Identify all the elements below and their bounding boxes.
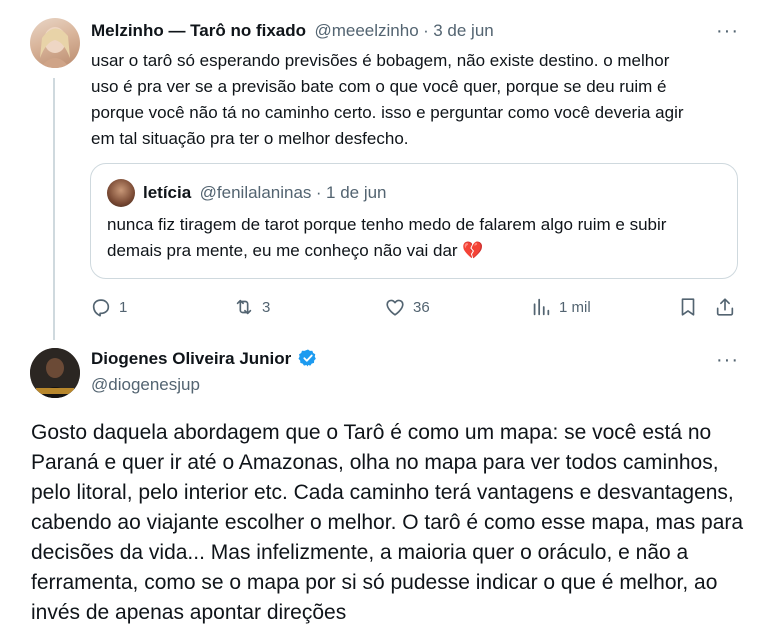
author-name[interactable]: Diogenes Oliveira Junior <box>91 349 291 368</box>
author-handle[interactable]: @meeelzinho <box>314 21 418 40</box>
author-handle[interactable]: @diogenesjup <box>91 375 200 395</box>
author-name[interactable]: Melzinho — Tarô no fixado <box>91 21 306 40</box>
quote-avatar <box>107 179 135 207</box>
repost-count: 3 <box>262 298 271 316</box>
verified-badge-icon[interactable] <box>298 348 318 368</box>
tweet-text: Gosto daquela abordagem que o Tarô é com… <box>31 421 744 624</box>
share-button[interactable] <box>714 296 736 318</box>
avatar-image <box>30 348 80 398</box>
views-count: 1 mil <box>559 298 591 316</box>
tweet-date[interactable]: 3 de jun <box>433 21 494 40</box>
quote-separator-dot: · <box>315 183 322 202</box>
views-button[interactable]: 1 mil <box>530 296 591 318</box>
like-button[interactable]: 36 <box>384 296 430 318</box>
thread-line <box>53 78 55 340</box>
heart-icon <box>386 299 404 316</box>
reply-icon <box>92 299 110 317</box>
share-icon <box>716 298 734 316</box>
repost-icon <box>236 299 252 315</box>
bookmark-button[interactable] <box>677 296 699 318</box>
avatar-image <box>40 27 70 68</box>
separator-dot: · <box>423 21 429 40</box>
quote-author-name: letícia <box>143 183 192 202</box>
avatar[interactable] <box>30 18 80 68</box>
more-options-button[interactable]: ··· <box>716 349 739 372</box>
more-options-button[interactable]: ··· <box>716 20 739 43</box>
bookmark-icon <box>681 298 695 316</box>
reply-button[interactable]: 1 <box>90 296 127 318</box>
like-count: 36 <box>413 298 430 316</box>
avatar[interactable] <box>30 348 80 398</box>
tweet-header: Melzinho — Tarô no fixado @meeelzinho · … <box>91 21 494 41</box>
tweet-text: usar o tarô só esperando previsões é bob… <box>91 51 684 148</box>
quote-text: nunca fiz tiragem de tarot porque tenho … <box>107 215 667 260</box>
reply-count: 1 <box>119 298 128 316</box>
quote-date: 1 de jun <box>326 183 387 202</box>
quote-author-handle: @fenilalaninas <box>199 183 312 202</box>
quoted-tweet[interactable]: letícia @fenilalaninas · 1 de jun nunca … <box>90 163 738 279</box>
quote-header: letícia @fenilalaninas · 1 de jun <box>143 183 387 203</box>
tweet-header: Diogenes Oliveira Junior <box>91 349 318 369</box>
views-icon <box>533 298 550 316</box>
repost-button[interactable]: 3 <box>233 296 270 318</box>
